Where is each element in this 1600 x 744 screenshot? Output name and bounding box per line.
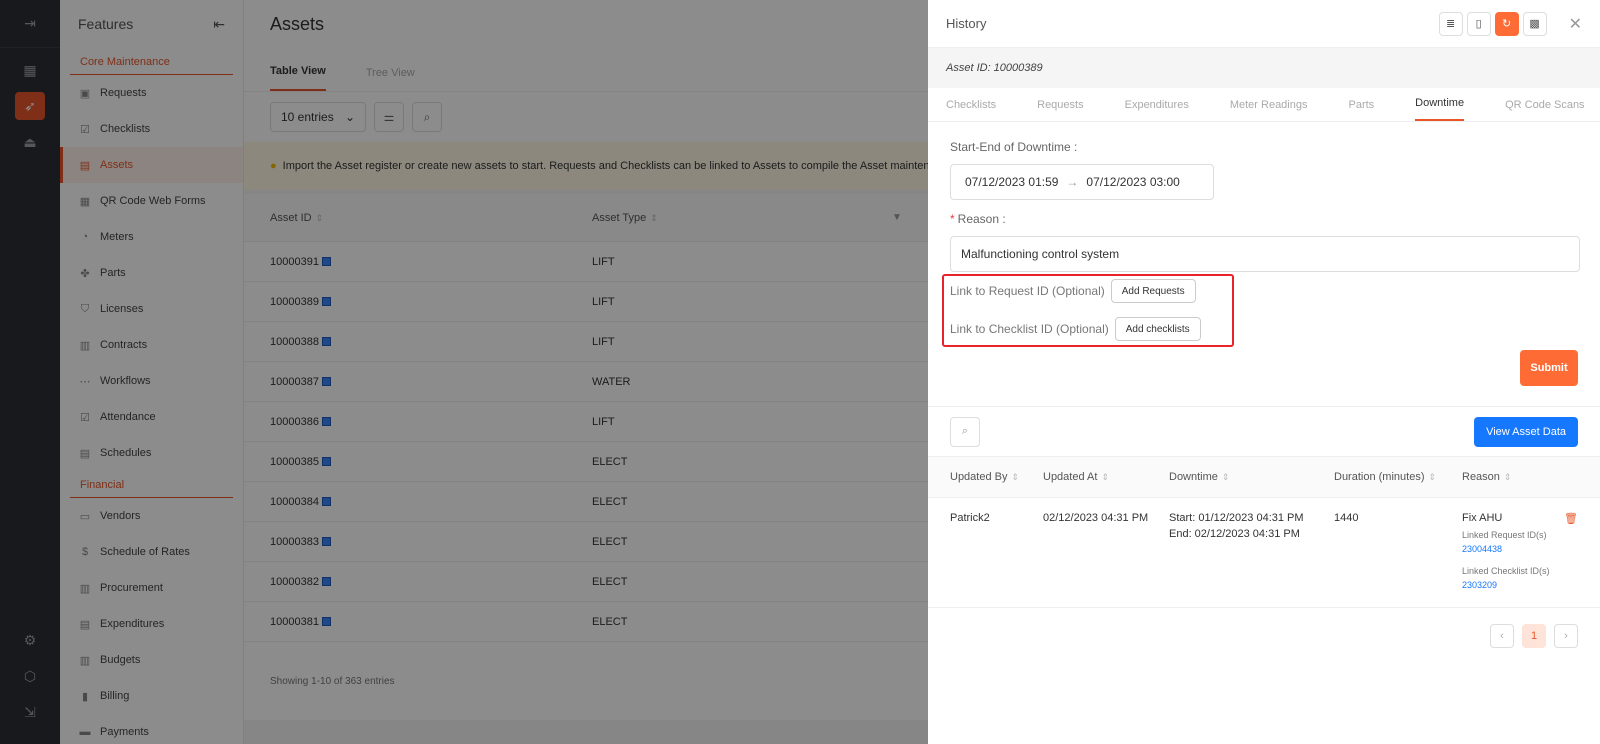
add-requests-button[interactable]: Add Requests — [1110, 279, 1196, 303]
qr-code-icon[interactable]: ▩ — [1522, 11, 1547, 36]
date-start: 07/12/2023 01:59 — [965, 175, 1059, 189]
sort-icon: ⇕ — [1428, 472, 1437, 482]
link-request-label: Link to Request ID (Optional) — [950, 284, 1105, 298]
view-asset-data-button[interactable]: View Asset Data — [1474, 416, 1578, 447]
tab-requests[interactable]: Requests — [1037, 99, 1083, 121]
reason-input[interactable]: Malfunctioning control system — [950, 236, 1580, 272]
tab-expenditures[interactable]: Expenditures — [1125, 99, 1189, 121]
column-duration[interactable]: Duration (minutes) ⇕ — [1334, 471, 1462, 483]
link-checklist-label: Link to Checklist ID (Optional) — [950, 322, 1109, 336]
close-icon[interactable]: ✕ — [1569, 14, 1582, 34]
column-updated-at[interactable]: Updated At ⇕ — [1043, 471, 1169, 483]
column-reason[interactable]: Reason ⇕ — [1462, 471, 1572, 483]
search-icon: ⌕ — [961, 425, 969, 437]
tab-downtime[interactable]: Downtime — [1415, 97, 1465, 121]
downtime-end: End: 02/12/2023 04:31 PM — [1169, 528, 1300, 540]
document-icon[interactable]: ▯ — [1466, 11, 1491, 36]
modal-overlay[interactable] — [0, 0, 928, 744]
prev-page-button[interactable]: ‹ — [1490, 624, 1514, 648]
trash-icon[interactable]: 🗑 — [1564, 512, 1578, 525]
tab-meter-readings[interactable]: Meter Readings — [1230, 99, 1308, 121]
reason-label: * Reason : — [950, 212, 1006, 226]
linked-request-link[interactable]: 23004438 — [1462, 544, 1572, 554]
column-updated-by[interactable]: Updated By ⇕ — [950, 471, 1043, 483]
sort-icon: ⇕ — [1011, 472, 1020, 482]
asset-id-bar: Asset ID: 10000389 — [928, 48, 1600, 88]
history-toolbar: ⌕ View Asset Data — [928, 406, 1600, 456]
sort-icon: ⇕ — [1503, 472, 1512, 482]
history-table-header: Updated By ⇕ Updated At ⇕ Downtime ⇕ Durati… — [928, 456, 1600, 498]
history-icon[interactable]: ↻ — [1494, 11, 1519, 36]
history-tabs: Checklists Requests Expenditures Meter R… — [928, 88, 1600, 122]
cell-reason: Fix AHU Linked Request ID(s) 23004438 Li… — [1462, 512, 1572, 590]
cell-duration: 1440 — [1334, 512, 1359, 524]
reason-text: Fix AHU — [1462, 512, 1503, 524]
link-request-row: Link to Request ID (Optional) Add Reques… — [950, 279, 1196, 303]
linked-request-label: Linked Request ID(s) — [1462, 530, 1547, 540]
downtime-form: Start-End of Downtime : 07/12/2023 01:59… — [928, 122, 1600, 406]
history-search-button[interactable]: ⌕ — [950, 416, 980, 447]
downtime-label: Start-End of Downtime : — [950, 140, 1078, 154]
history-drawer: History ≣ ▯ ↻ ▩ ✕ Asset ID: 10000389 Che… — [928, 0, 1600, 744]
downtime-start: Start: 01/12/2023 04:31 PM — [1169, 512, 1304, 524]
history-row: Patrick2 02/12/2023 04:31 PM Start: 01/1… — [928, 498, 1600, 608]
cell-updated-by: Patrick2 — [950, 512, 990, 524]
tab-checklists[interactable]: Checklists — [946, 99, 996, 121]
arrow-right-icon: → — [1066, 175, 1079, 189]
downtime-range-picker[interactable]: 07/12/2023 01:59 → 07/12/2023 03:00 — [950, 164, 1214, 200]
add-checklists-button[interactable]: Add checklists — [1114, 317, 1201, 341]
page-button[interactable]: 1 — [1522, 624, 1546, 648]
tab-qr-code-scans[interactable]: QR Code Scans — [1505, 99, 1584, 121]
sort-icon: ⇕ — [1221, 472, 1230, 482]
cell-downtime: Start: 01/12/2023 04:31 PM End: 02/12/20… — [1169, 512, 1334, 540]
pagination: ‹ 1 › — [1482, 624, 1578, 648]
sort-icon: ⇕ — [1101, 472, 1109, 482]
linked-checklist-label: Linked Checklist ID(s) — [1462, 566, 1550, 576]
next-page-button[interactable]: › — [1554, 624, 1578, 648]
column-downtime[interactable]: Downtime ⇕ — [1169, 471, 1334, 483]
link-checklist-row: Link to Checklist ID (Optional) Add chec… — [950, 317, 1201, 341]
date-end: 07/12/2023 03:00 — [1086, 175, 1180, 189]
list-view-icon[interactable]: ≣ — [1438, 11, 1463, 36]
cell-updated-at: 02/12/2023 04:31 PM — [1043, 512, 1149, 524]
drawer-title: History — [946, 16, 987, 31]
required-marker: * — [950, 212, 955, 226]
submit-button[interactable]: Submit — [1520, 350, 1578, 386]
linked-checklist-link[interactable]: 2303209 — [1462, 580, 1572, 590]
drawer-header: History ≣ ▯ ↻ ▩ ✕ — [928, 0, 1600, 48]
tab-parts[interactable]: Parts — [1348, 99, 1374, 121]
